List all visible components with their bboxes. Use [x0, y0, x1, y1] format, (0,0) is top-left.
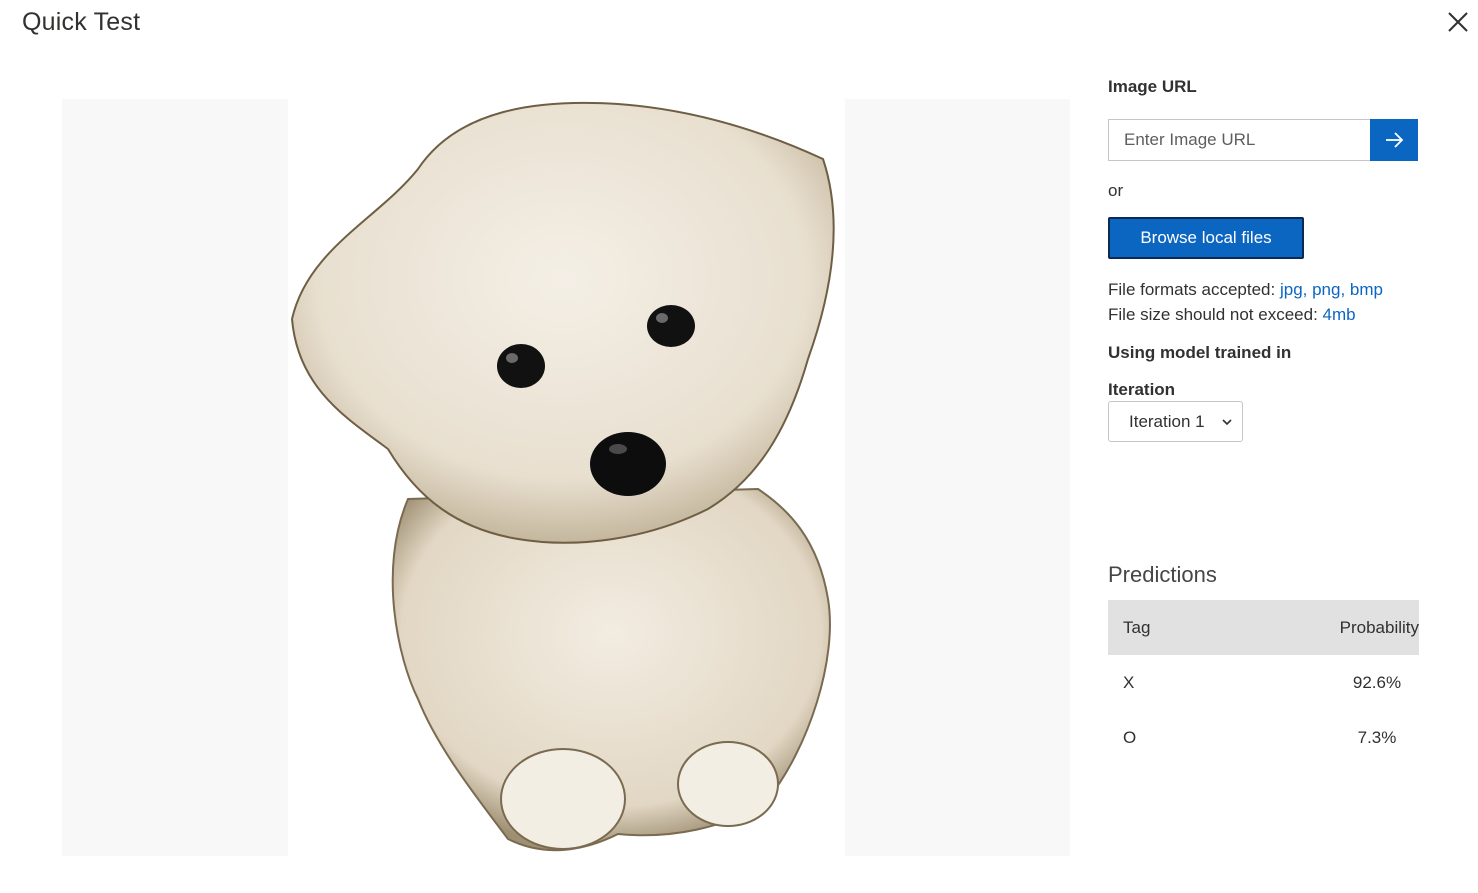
dialog-title: Quick Test [22, 8, 141, 36]
model-label: Using model trained in [1108, 343, 1292, 362]
image-url-input[interactable] [1108, 119, 1385, 161]
column-header-tag: Tag [1123, 617, 1151, 637]
probability-cell: 7.3% [1357, 727, 1397, 747]
submit-url-button[interactable] [1370, 119, 1418, 161]
iteration-selected-value: Iteration 1 [1129, 411, 1205, 431]
close-icon [1448, 12, 1468, 32]
table-row: O 7.3% [1108, 710, 1419, 765]
file-formats-value: jpg, png, bmp [1279, 280, 1383, 299]
tag-cell: O [1123, 727, 1137, 747]
puppy-image [290, 101, 835, 852]
file-size-value: 4mb [1322, 305, 1356, 324]
or-text: or [1108, 181, 1124, 200]
table-row: X 92.6% [1108, 655, 1419, 710]
file-info: File formats accepted: jpg, png, bmp Fil… [1108, 277, 1383, 327]
image-preview [62, 99, 1070, 856]
predictions-title: Predictions [1108, 562, 1217, 587]
tag-cell: X [1123, 672, 1135, 692]
close-button[interactable] [1444, 8, 1472, 36]
probability-cell: 92.6% [1352, 672, 1402, 692]
file-size-line: File size should not exceed: 4mb [1108, 302, 1383, 327]
image-url-label: Image URL [1108, 77, 1197, 96]
predictions-table: Tag Probability X 92.6% O 7.3% [1108, 600, 1419, 765]
file-formats-line: File formats accepted: jpg, png, bmp [1108, 277, 1383, 302]
file-formats-label: File formats accepted: [1108, 280, 1280, 299]
iteration-label: Iteration [1108, 380, 1176, 399]
arrow-right-icon [1386, 132, 1404, 148]
file-size-label: File size should not exceed: [1108, 305, 1323, 324]
chevron-down-icon [1222, 419, 1232, 426]
iteration-select[interactable]: Iteration 1 [1108, 401, 1243, 442]
predictions-header-row: Tag Probability [1108, 600, 1419, 655]
preview-image [288, 99, 845, 856]
browse-local-files-button[interactable]: Browse local files [1108, 217, 1304, 259]
column-header-probability: Probability [1339, 617, 1419, 637]
